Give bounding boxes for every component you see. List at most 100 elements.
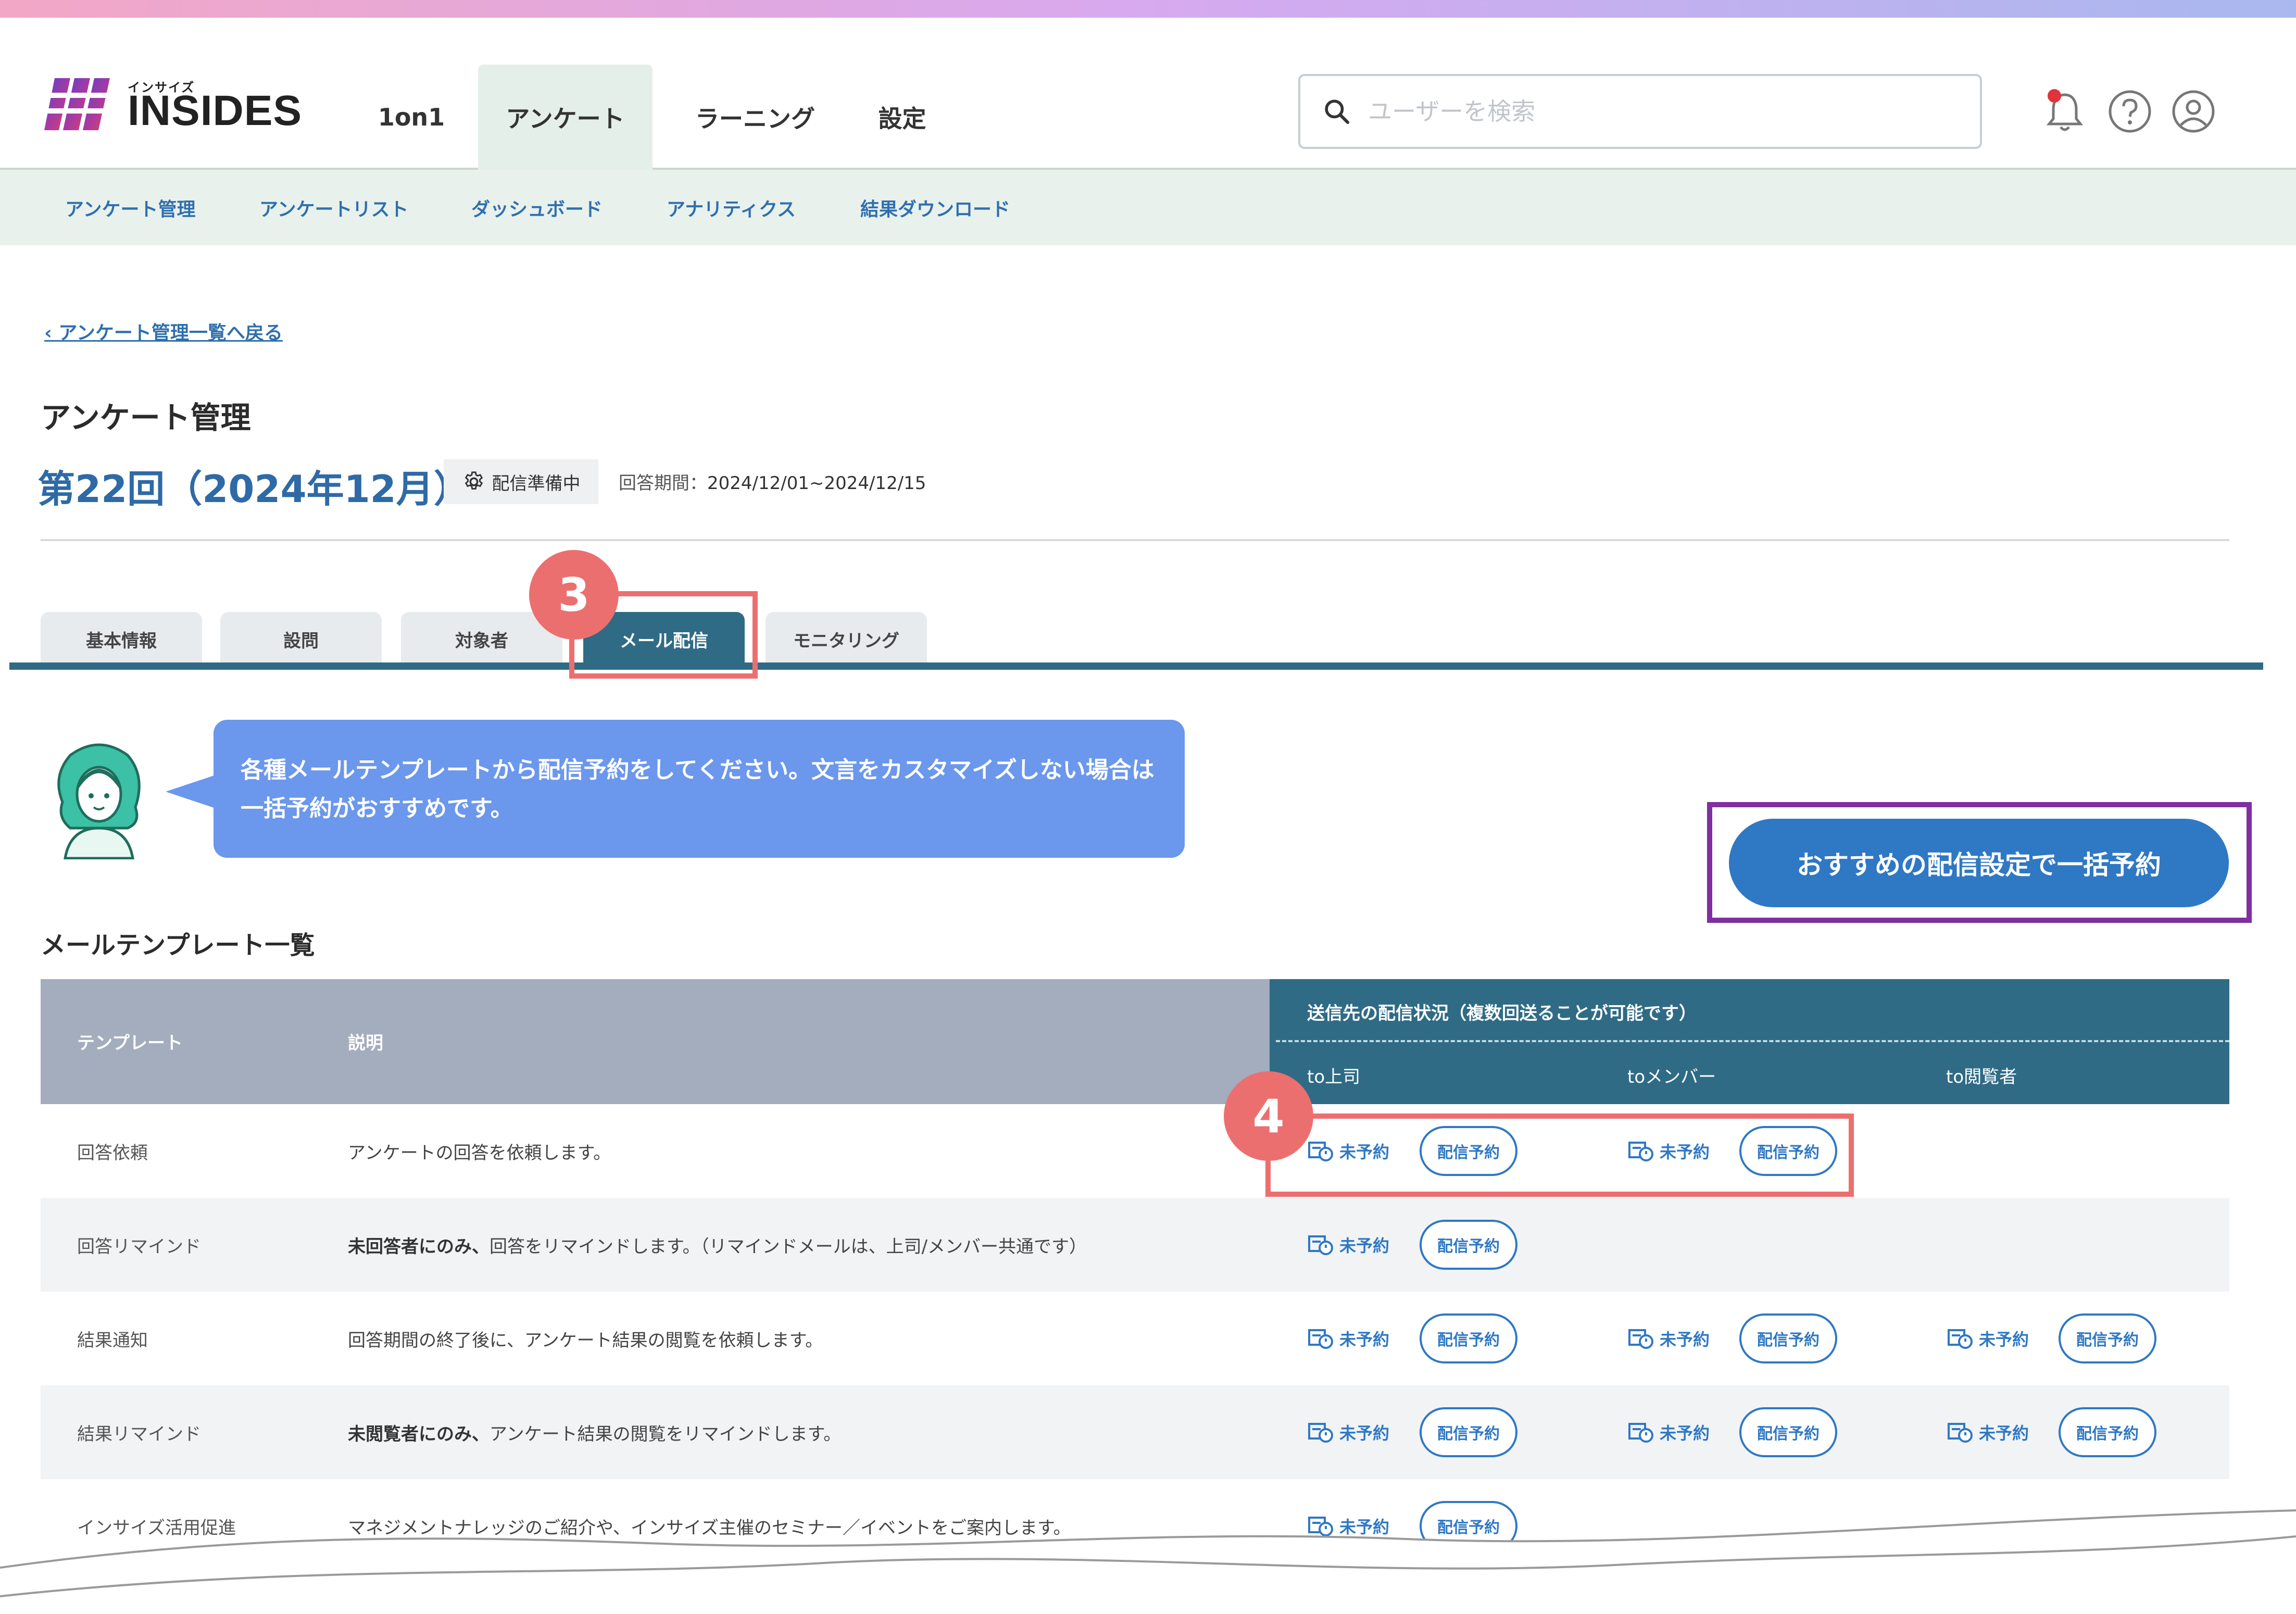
status-unreserved: 未予約	[1979, 1423, 2029, 1443]
assistant-avatar-icon	[57, 743, 141, 859]
subnav-result-download[interactable]: 結果ダウンロード	[860, 170, 1010, 245]
subnav-analytics[interactable]: アナリティクス	[667, 170, 796, 245]
col-to-member: toメンバー	[1627, 1067, 1716, 1087]
template-name: 回答依頼	[77, 1142, 148, 1163]
nav-learning[interactable]: ラーニング	[677, 65, 833, 170]
delivery-status: 未予約	[1307, 1292, 1389, 1385]
tab-monitoring[interactable]: モニタリング	[766, 612, 927, 667]
reserve-button[interactable]: 配信予約	[1420, 1313, 1517, 1363]
reserve-button[interactable]: 配信予約	[1739, 1313, 1837, 1363]
table-row: 結果リマインド 未閲覧者にのみ、 アンケート結果の閲覧をリマインドします。 未予約…	[41, 1385, 2229, 1479]
mail-schedule-icon	[1628, 1423, 1653, 1443]
divider	[41, 539, 2229, 541]
back-link-label: アンケート管理一覧へ戻る	[58, 322, 283, 344]
template-description: 未閲覧者にのみ、 アンケート結果の閲覧をリマインドします。	[348, 1385, 841, 1479]
delivery-status: 未予約	[1947, 1385, 2029, 1479]
col-delivery-status: 送信先の配信状況（複数回送ることが可能です）	[1307, 1003, 1697, 1024]
reserve-button[interactable]: 配信予約	[1420, 1407, 1517, 1457]
mail-schedule-icon	[1948, 1329, 1973, 1349]
torn-edge-decoration	[0, 1509, 2296, 1614]
period-label: 回答期間：	[619, 473, 707, 494]
status-unreserved: 未予約	[1339, 1423, 1390, 1443]
status-unreserved: 未予約	[1660, 1330, 1710, 1349]
bulk-reserve-button[interactable]: おすすめの配信設定で一括予約	[1729, 819, 2229, 907]
answer-period: 回答期間：2024/12/01~2024/12/15	[619, 469, 926, 494]
bell-icon[interactable]	[2039, 85, 2091, 137]
col-template: テンプレート	[77, 1033, 183, 1054]
nav-1on1[interactable]: 1on1	[365, 65, 458, 170]
col-description: 説明	[348, 1033, 383, 1054]
table-header-left	[41, 979, 1270, 1104]
delivery-status: 未予約	[1627, 1292, 1710, 1385]
status-unreserved: 未予約	[1979, 1330, 2029, 1349]
back-link[interactable]: ‹ アンケート管理一覧へ戻る	[44, 318, 283, 345]
tab-questions[interactable]: 設問	[220, 612, 382, 667]
subnav-survey-list[interactable]: アンケートリスト	[259, 170, 409, 245]
mail-schedule-icon	[1308, 1329, 1333, 1349]
annotation-box-4	[1265, 1113, 1854, 1197]
nav-survey[interactable]: アンケート	[478, 65, 653, 170]
subnav-dashboard[interactable]: ダッシュボード	[471, 170, 603, 245]
mail-schedule-icon	[1308, 1423, 1333, 1443]
search-icon	[1325, 99, 1350, 124]
template-name: 結果通知	[77, 1330, 148, 1351]
subnav-survey-management[interactable]: アンケート管理	[65, 170, 196, 245]
guidance-text: 各種メールテンプレートから配信予約をしてください。文言をカスタマイズしない場合は…	[241, 757, 1155, 822]
logo-mark-icon	[44, 78, 112, 130]
mail-schedule-icon	[1628, 1329, 1653, 1349]
reserve-button[interactable]: 配信予約	[1420, 1220, 1517, 1270]
template-name: 回答リマインド	[77, 1236, 201, 1257]
delivery-status: 未予約	[1307, 1385, 1389, 1479]
description-text: アンケート結果の閲覧をリマインドします。	[490, 1423, 842, 1445]
search-input[interactable]	[1367, 97, 1942, 126]
speech-bubble-tail	[166, 775, 216, 808]
template-description: アンケートの回答を依頼します。	[348, 1104, 611, 1198]
template-name: 結果リマインド	[77, 1423, 201, 1445]
status-unreserved: 未予約	[1339, 1330, 1390, 1349]
col-to-boss: to上司	[1307, 1067, 1361, 1087]
table-row: 回答依頼 アンケートの回答を依頼します。 未予約 配信予約 未予約 配信予約	[41, 1104, 2229, 1198]
template-description: 回答期間の終了後に、アンケート結果の閲覧を依頼します。	[348, 1292, 823, 1385]
status-badge: 配信準備中	[444, 459, 598, 504]
chevron-left-icon: ‹	[44, 322, 59, 344]
top-gradient-bar	[0, 0, 2296, 18]
reserve-button[interactable]: 配信予約	[1739, 1407, 1837, 1457]
delivery-status: 未予約	[1307, 1198, 1389, 1292]
description-emphasis: 未回答者にのみ、	[348, 1236, 490, 1257]
gear-icon	[465, 471, 483, 490]
status-unreserved: 未予約	[1339, 1236, 1390, 1256]
reserve-button[interactable]: 配信予約	[2059, 1407, 2156, 1457]
delivery-status: 未予約	[1947, 1292, 2029, 1385]
description-text: アンケートの回答を依頼します。	[348, 1142, 611, 1163]
app-header: インサイズ INSIDES 1on1 アンケート ラーニング 設定	[0, 18, 2296, 170]
sub-navigation: アンケート管理 アンケートリスト ダッシュボード アナリティクス 結果ダウンロー…	[0, 170, 2296, 245]
delivery-status: 未予約	[1627, 1385, 1710, 1479]
step-badge-4: 4	[1224, 1071, 1313, 1161]
table-row: 回答リマインド 未回答者にのみ、 回答をリマインドします。（リマインドメールは、上…	[41, 1198, 2229, 1292]
period-value: 2024/12/01~2024/12/15	[707, 473, 926, 494]
description-emphasis: 未閲覧者にのみ、	[348, 1423, 490, 1445]
table-row: 結果通知 回答期間の終了後に、アンケート結果の閲覧を依頼します。 未予約 配信予…	[41, 1292, 2229, 1385]
step-badge-3: 3	[529, 550, 619, 640]
user-search-box[interactable]	[1298, 74, 1982, 149]
tab-underline	[9, 662, 2263, 670]
nav-settings[interactable]: 設定	[854, 65, 950, 170]
description-text: 回答をリマインドします。（リマインドメールは、上司/メンバー共通です）	[490, 1236, 1087, 1257]
mail-schedule-icon	[1948, 1423, 1973, 1443]
col-to-viewer: to閲覧者	[1946, 1067, 2017, 1087]
survey-title: 第22回（2024年12月）	[37, 467, 471, 511]
template-description: 未回答者にのみ、 回答をリマインドします。（リマインドメールは、上司/メンバー共通…	[348, 1198, 1087, 1292]
description-text: 回答期間の終了後に、アンケート結果の閲覧を依頼します。	[348, 1330, 823, 1351]
page-title: アンケート管理	[41, 400, 251, 435]
reserve-button[interactable]: 配信予約	[2059, 1313, 2156, 1363]
insides-logo[interactable]: インサイズ INSIDES	[44, 59, 315, 137]
mail-schedule-icon	[1308, 1235, 1333, 1255]
user-account-icon[interactable]	[2167, 85, 2219, 137]
logo-brand: INSIDES	[128, 87, 303, 134]
guidance-speech-bubble: 各種メールテンプレートから配信予約をしてください。文言をカスタマイズしない場合は…	[214, 720, 1185, 858]
section-title: メールテンプレート一覧	[41, 931, 315, 960]
status-label: 配信準備中	[492, 473, 581, 494]
tab-basic-info[interactable]: 基本情報	[41, 612, 202, 667]
status-unreserved: 未予約	[1660, 1423, 1710, 1443]
help-icon[interactable]	[2104, 85, 2156, 137]
